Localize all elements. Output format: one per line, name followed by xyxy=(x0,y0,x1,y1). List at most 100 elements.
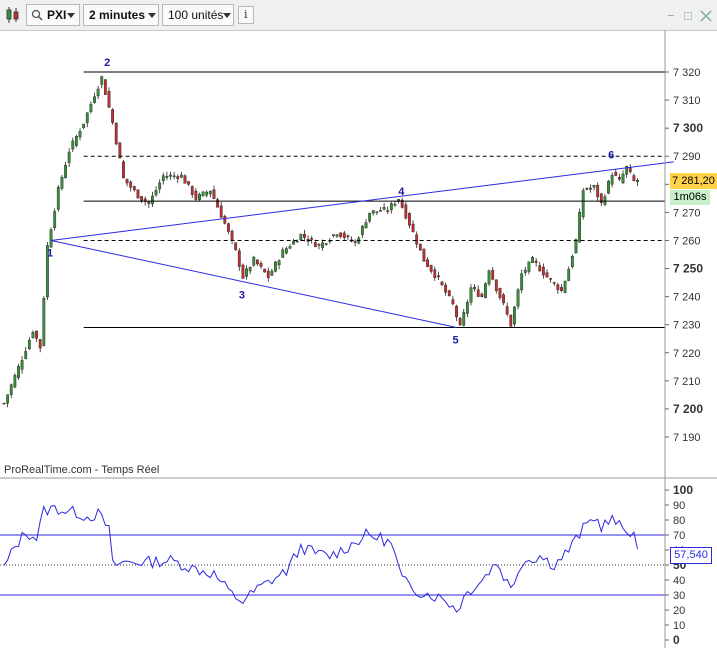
candle-body xyxy=(154,189,158,196)
candle-body xyxy=(176,176,180,179)
candle-body xyxy=(237,250,241,267)
candle-timer-badge: 1m06s xyxy=(670,190,710,205)
candle-body xyxy=(208,190,212,195)
candle-body xyxy=(103,79,107,95)
candle-body xyxy=(462,312,466,326)
candle-body xyxy=(9,384,13,395)
candle-body xyxy=(205,191,209,196)
candle-body xyxy=(480,293,484,298)
wave-label: 3 xyxy=(239,290,245,302)
candlestick-icon[interactable] xyxy=(4,5,22,25)
candle-body xyxy=(415,234,419,245)
wave-label: 1 xyxy=(47,247,53,259)
units-label: 100 unités xyxy=(168,8,224,22)
candle-body xyxy=(628,167,632,173)
units-selector[interactable]: 100 unités xyxy=(162,4,234,26)
candle-body xyxy=(190,186,194,195)
candle-body xyxy=(346,235,350,238)
candle-body xyxy=(447,290,451,297)
candle-body xyxy=(313,242,317,248)
candle-body xyxy=(552,282,556,284)
candle-body xyxy=(223,215,227,224)
price-panel: 1 2 3 4 5 6 xyxy=(2,57,674,408)
candle-body xyxy=(513,306,516,325)
candle-body xyxy=(78,131,82,138)
candle-body xyxy=(563,280,567,293)
candle-body xyxy=(382,207,386,210)
chart-toolbar: PXI 2 minutes 100 unités i − □ xyxy=(0,0,717,31)
candle-body xyxy=(607,180,610,194)
current-price-label: 7 281,20 xyxy=(672,175,715,187)
price-tick-label: 7 240 xyxy=(673,292,701,304)
candle-body xyxy=(310,238,314,240)
candle-body xyxy=(567,268,571,281)
candle-body xyxy=(585,187,589,190)
candle-body xyxy=(230,230,234,241)
candle-body xyxy=(636,180,639,183)
close-icon[interactable] xyxy=(700,10,712,22)
candle-body xyxy=(418,243,422,251)
candle-body xyxy=(556,284,560,291)
candle-body xyxy=(360,225,364,235)
maximize-icon[interactable]: □ xyxy=(684,8,692,23)
wave-label: 4 xyxy=(398,186,405,198)
candle-body xyxy=(523,269,527,273)
candle-body xyxy=(31,332,35,338)
candle-body xyxy=(498,287,502,298)
symbol-selector[interactable]: PXI xyxy=(26,4,80,26)
wave-label: 6 xyxy=(608,150,614,162)
candle-body xyxy=(147,201,151,204)
candle-body xyxy=(339,232,343,237)
candle-body xyxy=(227,223,230,232)
price-tick-label: 7 320 xyxy=(673,67,701,79)
candle-body xyxy=(560,287,563,291)
price-tick-label: 7 260 xyxy=(673,235,701,247)
candle-body xyxy=(194,190,198,200)
candle-body xyxy=(74,136,78,146)
info-button[interactable]: i xyxy=(238,6,254,24)
price-axis: 7 190 7 200 7 210 7 220 7 230 7 240 7 250 7 260… xyxy=(0,30,717,648)
rsi-panel xyxy=(0,504,665,613)
chevron-down-icon xyxy=(148,13,156,18)
candle-body xyxy=(465,302,469,314)
candle-body xyxy=(570,255,574,267)
rsi-tick-label: 70 xyxy=(673,530,685,542)
candle-body xyxy=(469,287,473,303)
candle-body xyxy=(56,186,60,210)
candle-body xyxy=(440,281,444,286)
candle-body xyxy=(531,256,534,263)
price-tick-label: 7 230 xyxy=(673,320,701,332)
candle-body xyxy=(49,229,53,248)
candle-body xyxy=(610,175,614,185)
candle-body xyxy=(527,261,531,272)
candle-body xyxy=(107,90,111,108)
timeframe-selector[interactable]: 2 minutes xyxy=(83,4,159,26)
candle-body xyxy=(245,268,248,277)
candle-body xyxy=(368,212,372,222)
candle-body xyxy=(321,242,324,248)
candle-body xyxy=(284,248,288,254)
candle-body xyxy=(386,210,390,212)
candle-body xyxy=(169,174,172,177)
rsi-value-label: 57,540 xyxy=(674,549,708,561)
candle-body xyxy=(426,259,429,267)
candle-body xyxy=(389,203,393,211)
minimize-icon[interactable]: − xyxy=(667,8,675,23)
candle-body xyxy=(444,284,448,293)
candle-body xyxy=(263,268,267,273)
candle-body xyxy=(151,195,154,205)
candle-body xyxy=(252,257,256,266)
candle-body xyxy=(38,339,42,349)
candle-body xyxy=(129,181,133,188)
wave-label: 2 xyxy=(104,57,110,69)
candle-body xyxy=(85,112,89,123)
candle-body xyxy=(179,174,183,178)
candle-body xyxy=(89,103,93,112)
candle-body xyxy=(281,249,285,258)
candle-body xyxy=(165,176,169,178)
candle-body xyxy=(60,176,64,189)
rsi-tick-label: 80 xyxy=(673,515,685,527)
candle-body xyxy=(158,182,162,190)
candle-body xyxy=(122,161,125,179)
candle-body xyxy=(140,196,143,201)
